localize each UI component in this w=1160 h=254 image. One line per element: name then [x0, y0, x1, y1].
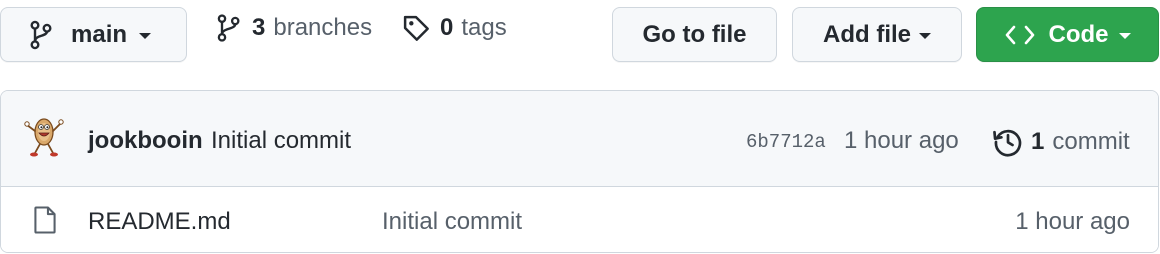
tag-icon	[403, 15, 429, 41]
git-branch-icon	[30, 20, 52, 49]
file-row[interactable]: README.md Initial commit 1 hour ago	[1, 187, 1158, 252]
branch-select-button[interactable]: main	[0, 7, 187, 62]
add-file-button[interactable]: Add file	[792, 7, 962, 62]
branches-count: 3	[252, 14, 266, 41]
add-file-label: Add file	[823, 20, 911, 48]
go-to-file-label: Go to file	[642, 20, 747, 48]
repo-toolbar: main 3 branches 0 tags Go to file Add fi…	[0, 0, 1160, 64]
file-time: 1 hour ago	[1015, 208, 1130, 235]
commit-sha[interactable]: 6b7712a	[746, 131, 826, 153]
git-branch-icon	[217, 14, 240, 42]
tags-count: 0	[440, 14, 454, 41]
commit-count: 1	[1031, 128, 1045, 155]
chevron-down-icon	[919, 33, 931, 39]
commit-time: 1 hour ago	[844, 127, 959, 154]
go-to-file-button[interactable]: Go to file	[612, 7, 777, 62]
tags-link[interactable]: 0 tags	[402, 14, 507, 42]
file-icon	[34, 206, 56, 234]
commit-message[interactable]: Initial commit	[211, 127, 351, 155]
code-label: Code	[1048, 20, 1109, 48]
code-button[interactable]: Code	[976, 7, 1159, 62]
chevron-down-icon	[139, 33, 152, 39]
code-brackets-icon	[1005, 25, 1034, 44]
file-commit-message[interactable]: Initial commit	[382, 208, 522, 236]
commit-count-label: commit	[1052, 128, 1130, 155]
commit-history-link[interactable]: 1 commit	[993, 127, 1130, 157]
branches-link[interactable]: 3 branches	[216, 14, 372, 42]
history-icon	[993, 129, 1022, 157]
latest-commit-bar: jookbooin Initial commit 6b7712a 1 hour …	[1, 91, 1158, 187]
file-browser: jookbooin Initial commit 6b7712a 1 hour …	[0, 90, 1159, 253]
chevron-down-icon	[1118, 33, 1131, 39]
branches-label: branches	[273, 14, 373, 41]
avatar[interactable]	[23, 113, 65, 159]
tags-label: tags	[461, 14, 507, 41]
branch-name: main	[71, 20, 128, 48]
file-name[interactable]: README.md	[88, 208, 231, 236]
commit-author[interactable]: jookbooin	[88, 127, 203, 155]
